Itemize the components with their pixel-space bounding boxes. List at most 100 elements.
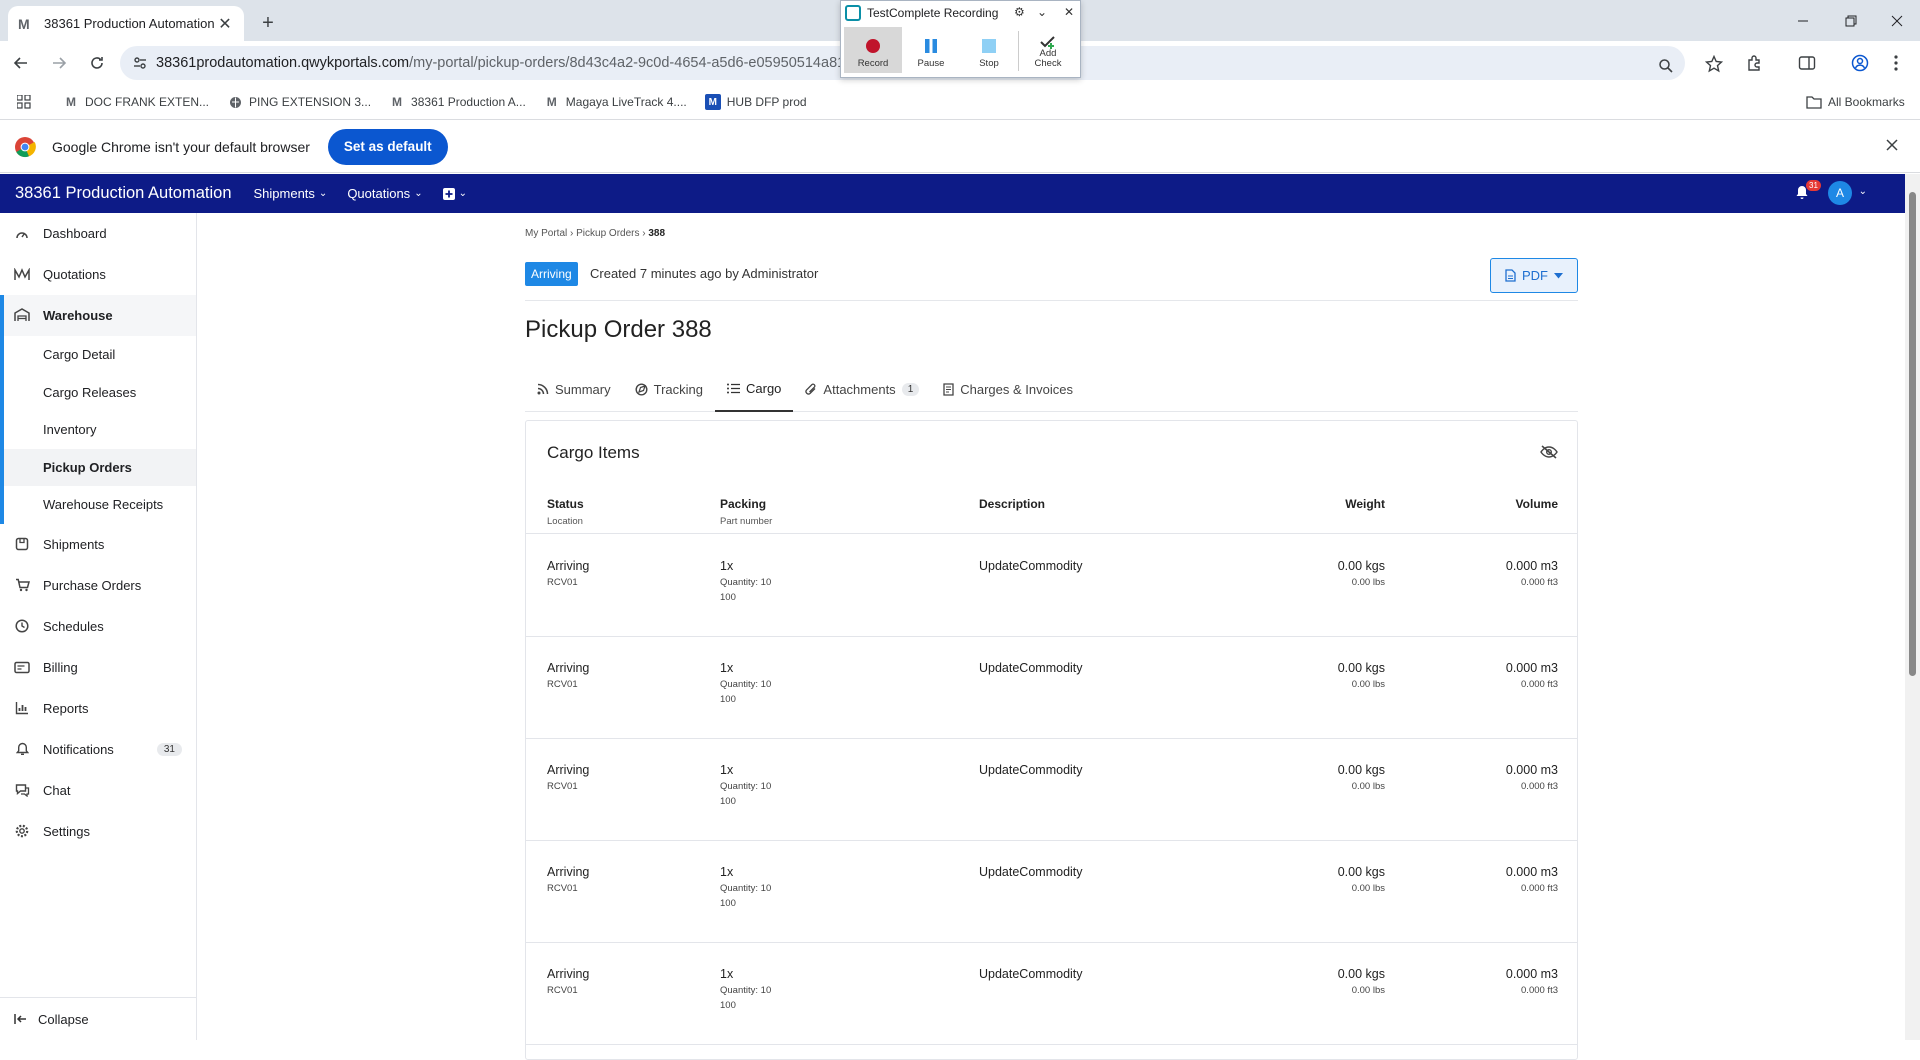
new-tab-button[interactable]: +: [254, 9, 282, 37]
extensions-button[interactable]: [1743, 51, 1767, 75]
sidebar-item-notifications[interactable]: Notifications 31: [0, 729, 196, 770]
set-as-default-button[interactable]: Set as default: [327, 128, 448, 165]
cargo-items-card: Cargo Items Status Location Packing Part n…: [525, 420, 1578, 1060]
row-weight-kgs: 0.00 kgs: [1337, 865, 1385, 879]
table-row[interactable]: Arriving RCV01 1x Quantity: 10 100 UpdateComm…: [526, 739, 1577, 841]
bookmark-item[interactable]: M Magaya LiveTrack 4....: [544, 94, 687, 110]
m-logo-icon: M: [546, 95, 557, 109]
bookmark-item[interactable]: M HUB DFP prod: [704, 94, 807, 110]
collapse-sidebar-button[interactable]: Collapse: [0, 997, 197, 1040]
row-packing: 1x: [720, 559, 734, 573]
minimize-icon: [1798, 20, 1808, 21]
row-volume-ft3: 0.000 ft3: [1521, 883, 1558, 894]
add-check-icon: [1040, 36, 1055, 49]
brand-name: 38361 Production Automation: [15, 184, 232, 202]
sidebar-item-cargo-releases[interactable]: Cargo Releases: [4, 374, 196, 412]
warehouse-icon: [14, 307, 30, 324]
row-volume-ft3: 0.000 ft3: [1521, 577, 1558, 588]
tab-charges-invoices[interactable]: Charges & Invoices: [931, 366, 1085, 412]
cell-weight: 0.00 kgs 0.00 lbs: [1338, 661, 1385, 690]
minimize-window-button[interactable]: [1780, 0, 1826, 41]
sidebar-item-warehouse-receipts[interactable]: Warehouse Receipts: [4, 486, 196, 524]
tab-tracking[interactable]: Tracking: [623, 366, 715, 412]
stop-icon: [982, 39, 996, 53]
recorder-close-icon[interactable]: ✕: [1064, 5, 1074, 19]
app-header: 38361 Production Automation Shipments ⌄ Q…: [0, 174, 1905, 213]
nav-shipments[interactable]: Shipments ⌄: [254, 186, 328, 201]
table-row[interactable]: Arriving RCV01 1x Quantity: 10 100 UpdateComm…: [526, 637, 1577, 739]
toggle-visibility-button[interactable]: [1540, 445, 1558, 459]
bookmark-item[interactable]: PING EXTENSION 3...: [227, 94, 371, 110]
notification-count-badge: 31: [1806, 180, 1821, 191]
sidebar-item-chat[interactable]: Chat: [0, 770, 196, 811]
collapse-icon: [14, 1014, 26, 1024]
record-label: Record: [857, 58, 889, 69]
sidebar-item-inventory[interactable]: Inventory: [4, 411, 196, 449]
page-scrollbar[interactable]: [1905, 174, 1920, 1040]
recorder-buttons: Record Pause Stop Add Check: [844, 27, 1077, 73]
stop-button[interactable]: Stop: [960, 27, 1018, 73]
row-volume-ft3: 0.000 ft3: [1521, 985, 1558, 996]
reload-button[interactable]: [80, 46, 114, 80]
tab-cargo[interactable]: Cargo: [715, 366, 794, 412]
nav-shipments-label: Shipments: [253, 186, 315, 201]
row-weight-kgs: 0.00 kgs: [1337, 661, 1385, 675]
sidebar-item-cargo-detail[interactable]: Cargo Detail: [4, 336, 196, 374]
profile-button[interactable]: [1848, 51, 1872, 75]
scrollbar-thumb[interactable]: [1909, 192, 1916, 676]
close-tab-icon[interactable]: ✕: [216, 15, 234, 33]
recorder-collapse-icon[interactable]: ⌄: [1037, 5, 1047, 19]
bookmark-item[interactable]: M DOC FRANK EXTEN...: [63, 94, 209, 110]
side-panel-icon: [1798, 56, 1816, 70]
record-button[interactable]: Record: [844, 27, 902, 73]
pdf-file-icon: [1505, 269, 1516, 282]
restore-window-button[interactable]: [1828, 0, 1874, 41]
add-check-button[interactable]: Add Check: [1019, 27, 1077, 73]
breadcrumb-pickup-orders[interactable]: Pickup Orders: [576, 228, 639, 239]
cell-description: UpdateCommodity: [979, 559, 1083, 573]
cell-volume: 0.000 m3 0.000 ft3: [1506, 865, 1558, 894]
side-panel-button[interactable]: [1795, 51, 1819, 75]
avatar[interactable]: A: [1828, 181, 1852, 205]
all-bookmarks-button[interactable]: All Bookmarks: [1806, 95, 1905, 109]
row-weight-lbs: 0.00 lbs: [1351, 679, 1385, 690]
sidebar-item-shipments[interactable]: Shipments: [0, 524, 196, 565]
pause-button[interactable]: Pause: [902, 27, 960, 73]
tab-summary[interactable]: Summary: [525, 366, 623, 412]
recorder-title: TestComplete Recording: [867, 6, 999, 20]
gear-icon: [14, 823, 30, 839]
caret-down-icon: [1554, 272, 1563, 278]
table-row[interactable]: Arriving RCV01 1x Quantity: 10 100 UpdateComm…: [526, 943, 1577, 1045]
notifications-button[interactable]: 31: [1795, 180, 1821, 200]
table-row[interactable]: Arriving RCV01 1x Quantity: 10 100 UpdateComm…: [526, 535, 1577, 637]
row-packing: 1x: [720, 967, 734, 981]
apps-button[interactable]: [17, 95, 43, 109]
browser-tab[interactable]: M 38361 Production Automation ✕: [8, 6, 244, 41]
browser-menu-button[interactable]: [1884, 51, 1908, 75]
quotations-icon: [14, 267, 30, 283]
sidebar-item-dashboard[interactable]: Dashboard: [0, 213, 196, 254]
sidebar-item-quotations[interactable]: Quotations: [0, 254, 196, 295]
back-button[interactable]: [4, 46, 38, 80]
close-infobar-button[interactable]: [1886, 139, 1898, 151]
sidebar-item-purchase-orders[interactable]: Purchase Orders: [0, 565, 196, 606]
tab-attachments[interactable]: Attachments 1: [793, 366, 931, 412]
breadcrumb-my-portal[interactable]: My Portal: [525, 228, 567, 239]
forward-button[interactable]: [42, 46, 76, 80]
sidebar-item-settings[interactable]: Settings: [0, 811, 196, 852]
chevron-down-icon[interactable]: ⌄: [1859, 186, 1867, 197]
pdf-dropdown-button[interactable]: PDF: [1490, 258, 1578, 293]
sidebar-item-schedules[interactable]: Schedules: [0, 606, 196, 647]
chat-icon: [14, 782, 30, 798]
add-new-menu[interactable]: ⌄: [442, 187, 467, 200]
nav-quotations[interactable]: Quotations ⌄: [347, 186, 422, 201]
sidebar-item-billing[interactable]: Billing: [0, 647, 196, 688]
sidebar-item-reports[interactable]: Reports: [0, 688, 196, 729]
recorder-settings-icon[interactable]: ⚙: [1014, 5, 1025, 19]
sidebar-item-warehouse[interactable]: Warehouse: [4, 295, 196, 336]
close-window-button[interactable]: [1874, 0, 1920, 41]
table-row[interactable]: Arriving RCV01 1x Quantity: 10 100 UpdateComm…: [526, 841, 1577, 943]
sidebar-item-pickup-orders[interactable]: Pickup Orders: [4, 448, 196, 486]
bookmark-item[interactable]: M 38361 Production A...: [389, 94, 526, 110]
chevron-down-icon: ⌄: [318, 188, 328, 199]
